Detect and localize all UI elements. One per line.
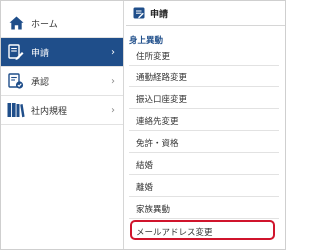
menu-item-bank-account-change[interactable]: 振込口座変更: [129, 89, 279, 109]
menu-item-marriage[interactable]: 結婚: [129, 155, 279, 175]
menu-item-contact-change[interactable]: 連絡先変更: [129, 111, 279, 131]
sidebar-item-home[interactable]: ホーム: [1, 9, 123, 38]
sidebar-nav: ホーム 申請 › 承認 › 社内規程 ›: [1, 1, 124, 249]
menu-item-label: 家族異動: [136, 204, 171, 215]
application-form-icon: [7, 43, 25, 61]
approval-stamp-icon: [7, 72, 25, 90]
menu-item-label: 免許・資格: [136, 138, 179, 149]
submenu-panel: 申請 身上異動 住所変更 通勤経路変更 振込口座変更 連絡先変更 免許・資格 結…: [126, 1, 285, 249]
books-icon: [7, 101, 25, 119]
menu-item-label: 連絡先変更: [136, 116, 179, 127]
menu-item-label: 離婚: [136, 182, 154, 193]
menu-item-family-change[interactable]: 家族異動: [129, 199, 279, 219]
menu-item-address-change[interactable]: 住所変更: [129, 46, 279, 66]
menu-item-label: 住所変更: [136, 51, 171, 62]
sidebar-item-company-rules[interactable]: 社内規程 ›: [1, 96, 123, 125]
sidebar-item-label: ホーム: [31, 19, 58, 30]
menu-item-divorce[interactable]: 離婚: [129, 177, 279, 197]
highlight-outline: [130, 220, 275, 240]
panel-header: 申請: [126, 1, 285, 26]
sidebar-item-label: 申請: [31, 48, 50, 59]
panel-title: 申請: [150, 9, 169, 20]
menu-item-license-qualification[interactable]: 免許・資格: [129, 133, 279, 153]
chevron-right-icon: ›: [111, 75, 115, 87]
section-heading: 身上異動: [129, 36, 164, 46]
sidebar-item-approval[interactable]: 承認 ›: [1, 67, 123, 96]
menu-item-label: 振込口座変更: [136, 94, 188, 105]
chevron-right-icon: ›: [111, 46, 115, 58]
menu-item-commute-route-change[interactable]: 通勤経路変更: [129, 67, 279, 87]
home-icon: [7, 14, 25, 32]
application-form-icon: [133, 7, 145, 19]
sidebar-item-application[interactable]: 申請 ›: [1, 38, 123, 67]
menu-item-label: 結婚: [136, 160, 154, 171]
chevron-right-icon: ›: [111, 104, 115, 116]
sidebar-item-label: 承認: [31, 77, 50, 88]
menu-item-label: 通勤経路変更: [136, 72, 188, 83]
sidebar-item-label: 社内規程: [31, 106, 68, 117]
